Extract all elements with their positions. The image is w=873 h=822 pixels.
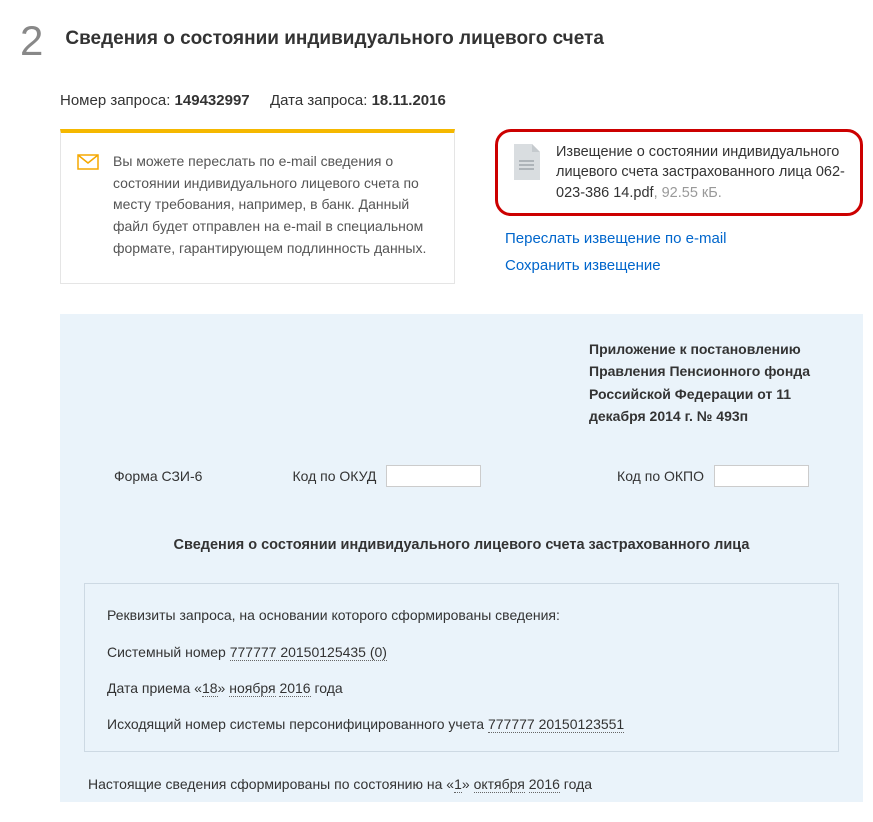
okud-input[interactable] (386, 465, 481, 487)
request-details-heading: Реквизиты запроса, на основании которого… (107, 606, 816, 624)
step-number: 2 (20, 20, 43, 62)
file-text: Извещение о состоянии индивидуального ли… (556, 142, 846, 203)
form-code-row: Форма СЗИ-6 Код по ОКУД Код по ОКПО (84, 465, 839, 487)
document-panel: Приложение к постановлению Правления Пен… (60, 314, 863, 802)
page-title: Сведения о состоянии индивидуального лиц… (65, 28, 604, 50)
forward-email-link[interactable]: Переслать извещение по e-mail (505, 230, 863, 247)
document-title: Сведения о состоянии индивидуального лиц… (84, 537, 839, 553)
appendix-text: Приложение к постановлению Правления Пен… (589, 338, 839, 428)
file-attachment-box[interactable]: Извещение о состоянии индивидуального ли… (495, 129, 863, 216)
acceptance-month: ноября (229, 680, 275, 697)
request-number-label: Номер запроса: (60, 92, 175, 109)
acceptance-day: 18 (202, 680, 218, 697)
file-size: , 92.55 кБ. (654, 185, 722, 201)
status-date-line: Настоящие сведения сформированы по состо… (84, 776, 839, 792)
mail-icon (77, 154, 99, 170)
system-number: 777777 20150125435 (0) (230, 644, 387, 661)
save-file-link[interactable]: Сохранить извещение (505, 257, 863, 274)
status-year: 2016 (529, 776, 560, 793)
system-number-row: Системный номер 777777 20150125435 (0) (107, 643, 816, 661)
request-number: 149432997 (175, 92, 250, 109)
email-info-box: Вы можете переслать по e-mail сведения о… (60, 129, 455, 284)
status-day: 1 (454, 776, 462, 793)
okpo-input[interactable] (714, 465, 809, 487)
form-code: Форма СЗИ-6 (114, 468, 202, 484)
acceptance-date-row: Дата приема «18» ноября 2016 года (107, 679, 816, 697)
outgoing-number: 777777 20150123551 (488, 716, 624, 733)
request-meta: Номер запроса: 149432997 Дата запроса: 1… (60, 92, 863, 109)
request-date-label: Дата запроса: (270, 92, 372, 109)
file-icon (512, 144, 542, 185)
outgoing-number-row: Исходящий номер системы персонифицирован… (107, 715, 816, 733)
acceptance-year: 2016 (279, 680, 310, 697)
section-header: 2 Сведения о состоянии индивидуального л… (20, 20, 863, 62)
email-info-text: Вы можете переслать по e-mail сведения о… (113, 151, 436, 259)
request-date: 18.11.2016 (372, 92, 446, 109)
request-details-box: Реквизиты запроса, на основании которого… (84, 583, 839, 752)
status-month: октября (474, 776, 525, 793)
okud-label: Код по ОКУД (292, 468, 376, 484)
okpo-label: Код по ОКПО (617, 468, 704, 484)
